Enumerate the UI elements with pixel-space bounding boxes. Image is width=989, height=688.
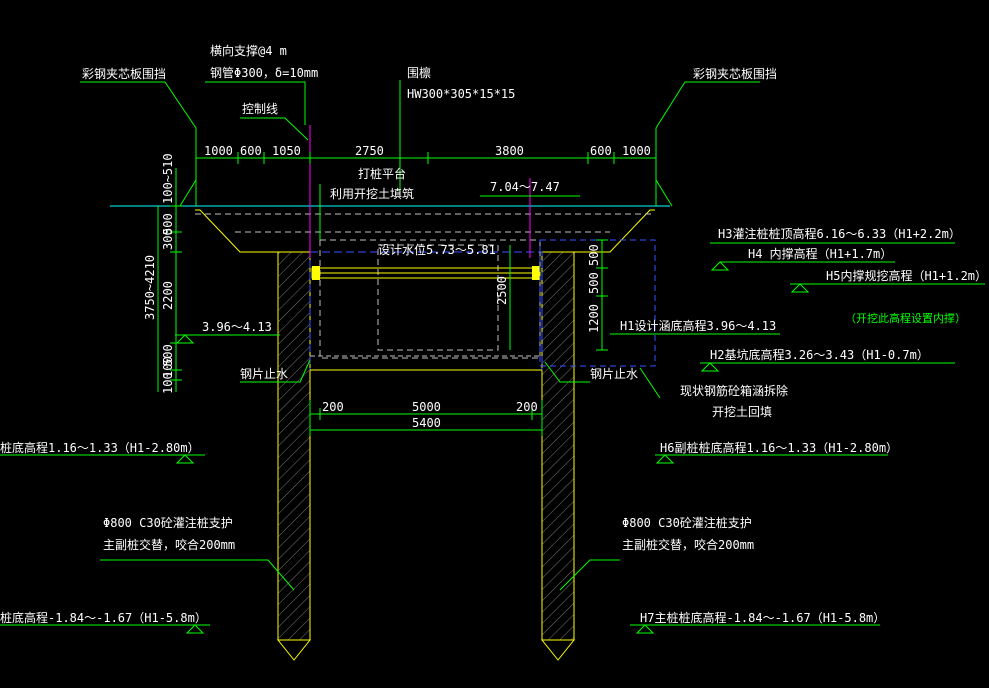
cladding-left-label: 彩钢夹芯板围挡 bbox=[82, 67, 166, 81]
top-elevation-label: 7.04～7.47 bbox=[490, 180, 560, 194]
pile-left bbox=[276, 251, 312, 661]
dim-top-4: 2750 bbox=[355, 144, 384, 158]
backfill-label: 开挖土回填 bbox=[712, 404, 772, 419]
pile-right bbox=[540, 251, 576, 661]
excavation-fill-label: 利用开挖土填筑 bbox=[330, 186, 414, 201]
dim-bottom-total: 5400 bbox=[412, 416, 441, 430]
dim-left-3: 500 bbox=[161, 213, 175, 235]
dim-top-7: 1000 bbox=[622, 144, 651, 158]
control-line-label: 控制线 bbox=[242, 102, 278, 116]
pile-right-label-2: 主副桩交替，咬合200mm bbox=[622, 537, 754, 552]
h1-label: H1设计涵底高程3.96～4.13 bbox=[620, 318, 776, 333]
dim-left-4: 3750~4210 bbox=[143, 255, 157, 320]
cladding-right-label: 彩钢夹芯板围挡 bbox=[693, 67, 777, 81]
h7-right-label: H7主桩桩底高程-1.84～-1.67（H1-5.8m） bbox=[640, 610, 885, 625]
dim-right-2: 500 bbox=[587, 272, 601, 294]
dim-bottom-1: 200 bbox=[322, 400, 344, 414]
h5-label: H5内撑规挖高程（H1+1.2m） bbox=[826, 268, 987, 283]
dim-right-3: 1200 bbox=[587, 304, 601, 333]
dim-top-6: 600 bbox=[590, 144, 612, 158]
water-stop-right-label: 钢片止水 bbox=[590, 367, 638, 381]
dim-bottom-2: 5000 bbox=[412, 400, 441, 414]
h6-right-label: H6副桩桩底高程1.16～1.33（H1-2.80m） bbox=[660, 440, 898, 455]
transverse-brace-label: 横向支撑@4 m bbox=[210, 43, 287, 58]
dim-culvert-height: 2500 bbox=[495, 276, 509, 305]
pile-left-label-2: 主副桩交替，咬合200mm bbox=[103, 537, 235, 552]
existing-culvert-label: 现状钢筋砼箱涵拆除 bbox=[680, 383, 788, 398]
dim-top-1: 1000 bbox=[204, 144, 233, 158]
pile-platform-label: 打桩平台 bbox=[358, 166, 406, 181]
design-water-label: 设计水位5.73～5.81 bbox=[378, 242, 496, 257]
cladding-posts bbox=[179, 128, 673, 207]
pile-left-label-1: Φ800 C30砼灌注桩支护 bbox=[103, 515, 233, 530]
dim-left-8: 100 bbox=[161, 372, 175, 394]
dim-left-1: 100~510 bbox=[161, 153, 175, 204]
dim-top-2: 600 bbox=[240, 144, 262, 158]
waler-label: 围檩 bbox=[407, 65, 431, 80]
dim-top-5: 3800 bbox=[495, 144, 524, 158]
h4-label: H4 内撑高程（H1+1.7m） bbox=[748, 246, 892, 261]
left-elevation-label: 3.96～4.13 bbox=[202, 320, 272, 334]
water-stop-left-label: 钢片止水 bbox=[240, 367, 288, 381]
steel-pipe-label: 钢管Φ300，δ=10mm bbox=[210, 65, 318, 80]
dim-left-5: 2200 bbox=[161, 281, 175, 310]
h3-label: H3灌注桩桩顶高程6.16～6.33（H1+2.2m） bbox=[718, 226, 961, 241]
h6-left-label: 桩底高程1.16～1.33（H1-2.80m） bbox=[0, 440, 200, 455]
waler-spec-label: HW300*305*15*15 bbox=[407, 87, 515, 101]
dim-top-3: 1050 bbox=[272, 144, 301, 158]
h7-left-label: 桩底高程-1.84～-1.67（H1-5.8m） bbox=[0, 610, 207, 625]
pile-right-label-1: Φ800 C30砼灌注桩支护 bbox=[622, 515, 752, 530]
dim-right-1: 500 bbox=[587, 244, 601, 266]
note-green-label: （开挖此高程设置内撑） bbox=[845, 311, 966, 325]
section-drawing: 彩钢夹芯板围挡 彩钢夹芯板围挡 横向支撑@4 m 钢管Φ300，δ=10mm 围… bbox=[0, 43, 987, 661]
dim-bottom-3: 200 bbox=[516, 400, 538, 414]
h2-label: H2基坑底高程3.26～3.43（H1-0.7m） bbox=[710, 347, 929, 362]
top-dimension bbox=[195, 152, 657, 164]
cad-drawing: 彩钢夹芯板围挡 彩钢夹芯板围挡 横向支撑@4 m 钢管Φ300，δ=10mm 围… bbox=[0, 0, 989, 688]
